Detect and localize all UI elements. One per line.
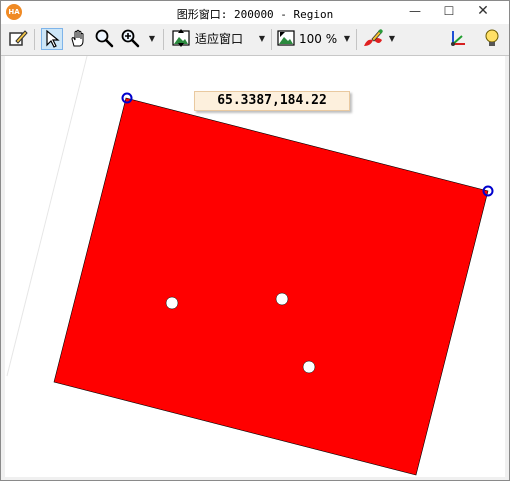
graphics-canvas[interactable]: 65.3387,184.22	[5, 56, 505, 477]
region-hole	[275, 292, 289, 306]
zoom-mode-dropdown-arrow[interactable]: ▼	[258, 28, 266, 50]
region-hole	[302, 360, 316, 374]
toolbar: ▼ 适应窗口 ▼ 100 % ▼ ▼	[1, 24, 509, 56]
hand-icon	[71, 29, 84, 47]
region-drawing	[6, 56, 494, 476]
minimize-button[interactable]: —	[399, 1, 431, 21]
graphics-window: HA 图形窗口: 200000 - Region — ☐ ✕ ▼ 适应窗口 ▼ …	[0, 0, 510, 481]
bulb-icon	[485, 29, 499, 46]
red-region[interactable]	[53, 97, 489, 476]
close-button[interactable]: ✕	[467, 1, 499, 21]
draw-style-icon[interactable]	[363, 28, 385, 50]
paint-brush-icon	[364, 29, 383, 46]
lightbulb-icon[interactable]	[481, 28, 503, 50]
edit-icon[interactable]	[7, 28, 29, 50]
draw-style-dropdown-arrow[interactable]: ▼	[388, 28, 396, 50]
fit-to-window-icon	[172, 29, 190, 47]
toolbar-separator	[34, 29, 35, 50]
region-hole	[165, 296, 179, 310]
title-bar[interactable]: HA 图形窗口: 200000 - Region — ☐ ✕	[1, 1, 509, 24]
axes-icon	[451, 31, 465, 46]
zoom-percent-dropdown-arrow[interactable]: ▼	[343, 28, 351, 50]
fit-window-icon[interactable]	[170, 28, 192, 50]
toolbar-separator	[163, 29, 164, 50]
pan-hand-icon[interactable]	[67, 28, 89, 50]
zoom-mode-label[interactable]: 适应窗口	[195, 28, 243, 50]
image-zoom-icon[interactable]	[275, 28, 297, 50]
toolbar-separator	[271, 29, 272, 50]
zoom-in-icon[interactable]	[119, 28, 141, 50]
zoom-percent-label[interactable]: 100 %	[299, 28, 337, 50]
magnifier-icon[interactable]	[93, 28, 115, 50]
zoom-dropdown-arrow[interactable]: ▼	[148, 28, 156, 50]
toolbar-separator	[356, 29, 357, 50]
coordinate-tooltip: 65.3387,184.22	[194, 91, 350, 111]
pointer-tool-icon[interactable]	[41, 28, 63, 50]
search-icon	[95, 29, 114, 48]
maximize-button[interactable]: ☐	[433, 1, 465, 21]
picture-icon	[277, 30, 295, 46]
zoom-plus-icon	[121, 29, 140, 48]
cursor-arrow-icon	[46, 29, 60, 48]
edit-icon-graphic	[9, 30, 28, 46]
coordinate-axes-icon[interactable]	[447, 28, 469, 50]
